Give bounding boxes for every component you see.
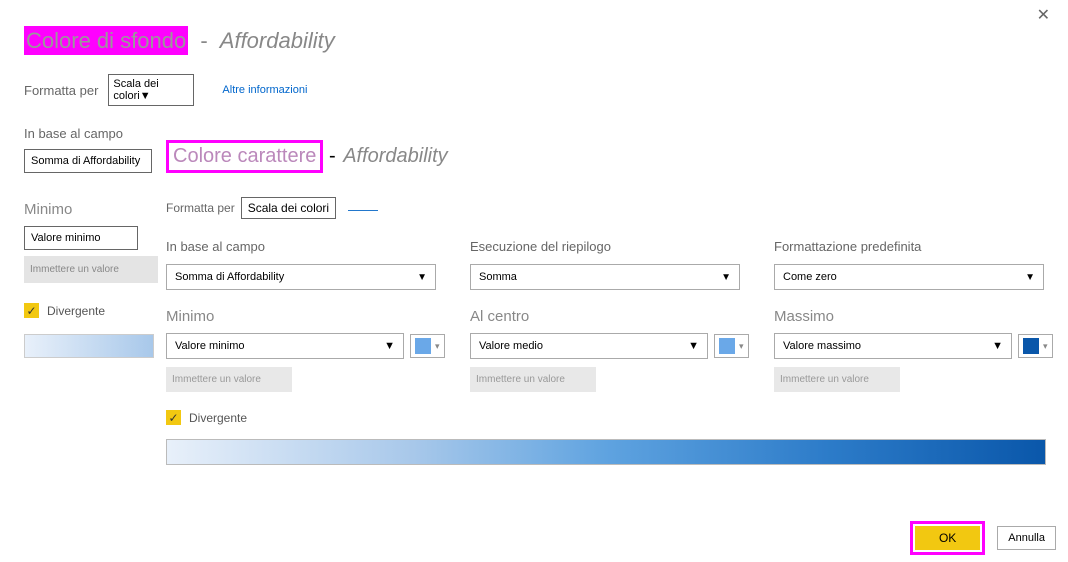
close-icon[interactable]: ✕ [1037,5,1050,25]
color-swatch [1023,338,1039,354]
based-on-field-label: In base al campo [24,126,1054,141]
maximum-select[interactable]: Valore massimo▼ [774,333,1012,359]
front-col-field: In base al campo Somma di Affordability▼… [166,239,456,392]
front-col-summary: Esecuzione del riepilogo Somma▼ Al centr… [470,239,760,392]
maximum-color-picker[interactable]: ▾ [1018,334,1053,358]
more-info-link[interactable]: Altre informazioni [222,84,307,96]
diverging-checkbox[interactable]: ✓ [166,410,181,425]
minimum-label: Minimo [166,308,456,325]
chevron-down-icon: ▼ [384,340,395,352]
back-dialog-title: Colore di sfondo - Affordability [24,28,1054,54]
based-on-field-select[interactable]: Somma di Affordability▼ [166,264,436,290]
back-minimum-input[interactable]: Immettere un valore [24,256,158,283]
gradient-preview [166,439,1046,465]
font-color-dialog: Colore carattere - Affordability Formatt… [166,140,1066,560]
cancel-button[interactable]: Annulla [997,526,1056,550]
based-on-field-label: In base al campo [166,239,456,254]
maximum-value-input[interactable]: Immettere un valore [774,367,900,392]
back-title-highlight: Colore di sfondo [24,26,188,55]
chevron-down-icon: ▾ [1043,341,1048,352]
ok-button-highlight: OK [910,521,985,555]
front-dialog-title: Colore carattere - Affordability [166,140,1066,173]
default-formatting-label: Formattazione predefinita [774,239,1064,254]
maximum-label: Massimo [774,308,1064,325]
ok-button[interactable]: OK [915,526,980,550]
back-minimum-select[interactable]: Valore minimo [24,226,138,250]
minimum-value-input[interactable]: Immettere un valore [166,367,292,392]
minimum-select[interactable]: Valore minimo▼ [166,333,404,359]
front-col-default: Formattazione predefinita Come zero▼ Mas… [774,239,1064,392]
minimum-color-picker[interactable]: ▾ [410,334,445,358]
center-value-input[interactable]: Immettere un valore [470,367,596,392]
center-select[interactable]: Valore medio▼ [470,333,708,359]
front-title-highlight: Colore carattere [166,140,323,173]
chevron-down-icon: ▼ [1025,272,1035,283]
summarization-label: Esecuzione del riepilogo [470,239,760,254]
based-on-field-select[interactable]: Somma di Affordability [24,149,152,173]
front-format-by-label: Formatta per [166,201,235,215]
format-by-label: Formatta per [24,83,98,98]
front-format-underline [348,210,378,211]
center-color-picker[interactable]: ▾ [714,334,749,358]
chevron-down-icon: ▼ [992,340,1003,352]
front-format-by-select[interactable]: Scala dei colori [241,197,336,219]
diverging-label: Divergente [189,411,247,425]
format-by-select[interactable]: Scala dei colori▼ [108,74,194,106]
center-label: Al centro [470,308,760,325]
color-swatch [719,338,735,354]
back-diverging-label: Divergente [47,304,105,318]
chevron-down-icon: ▼ [688,340,699,352]
chevron-down-icon: ▾ [435,341,440,352]
default-formatting-select[interactable]: Come zero▼ [774,264,1044,290]
chevron-down-icon: ▼ [721,272,731,283]
back-diverging-checkbox[interactable]: ✓ [24,303,39,318]
color-swatch [415,338,431,354]
chevron-down-icon: ▾ [739,341,744,352]
chevron-down-icon: ▼ [417,272,427,283]
summarization-select[interactable]: Somma▼ [470,264,740,290]
back-gradient-preview [24,334,154,358]
